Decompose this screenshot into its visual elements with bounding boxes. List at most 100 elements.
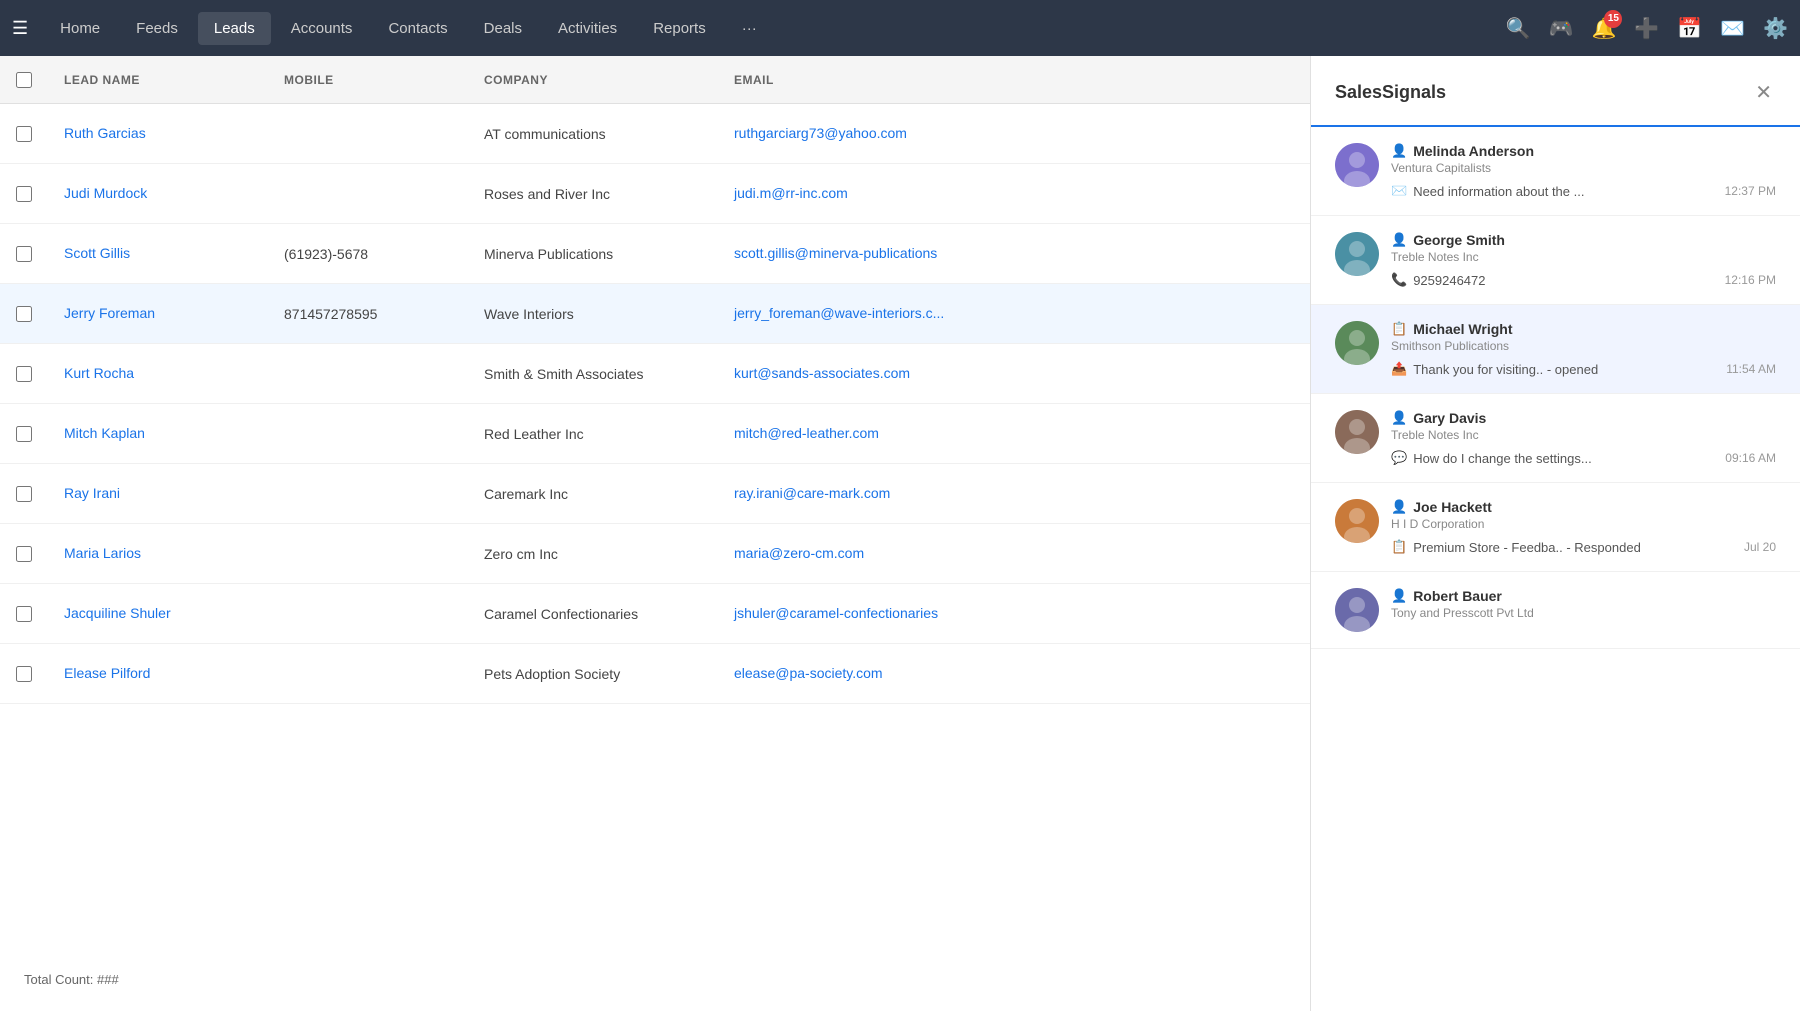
lead-company: Smith & Smith Associates — [484, 366, 734, 382]
row-checkbox[interactable] — [16, 546, 32, 562]
lead-name-link[interactable]: Ruth Garcias — [64, 125, 146, 141]
user-icon: 👤 — [1391, 143, 1407, 159]
lead-name-link[interactable]: Mitch Kaplan — [64, 425, 145, 441]
signal-contact-name: Gary Davis — [1413, 410, 1486, 426]
gamepad-icon[interactable]: 🎮 — [1549, 16, 1574, 41]
lead-email-link[interactable]: ray.irani@care-mark.com — [734, 485, 890, 501]
table-row: Jerry Foreman 871457278595 Wave Interior… — [0, 284, 1310, 344]
lead-email-link[interactable]: jshuler@caramel-confectionaries — [734, 605, 938, 621]
lead-name-link[interactable]: Kurt Rocha — [64, 365, 134, 381]
lead-email-link[interactable]: ruthgarciarg73@yahoo.com — [734, 125, 907, 141]
signal-item-michael[interactable]: 📋 Michael Wright Smithson Publications 📤… — [1311, 305, 1800, 394]
calendar-icon[interactable]: 📅 — [1677, 16, 1702, 41]
lead-name-link[interactable]: Ray Irani — [64, 485, 120, 501]
lead-name-link[interactable]: Jacquiline Shuler — [64, 605, 171, 621]
panel-close-button[interactable]: ✕ — [1751, 76, 1776, 109]
nav-item-feeds[interactable]: Feeds — [120, 12, 194, 45]
lead-name-link[interactable]: Jerry Foreman — [64, 305, 155, 321]
table-row: Ruth Garcias AT communications ruthgarci… — [0, 104, 1310, 164]
lead-company: Wave Interiors — [484, 306, 734, 322]
lead-company: Roses and River Inc — [484, 186, 734, 202]
table-row: Maria Larios Zero cm Inc maria@zero-cm.c… — [0, 524, 1310, 584]
signal-message-text: 9259246472 — [1413, 273, 1485, 288]
avatar — [1335, 499, 1379, 543]
nav-item-more[interactable]: ··· — [726, 12, 773, 45]
col-header-mobile: MOBILE — [284, 73, 484, 87]
signal-message-text: Premium Store - Feedba.. - Responded — [1413, 540, 1641, 555]
signal-company: H I D Corporation — [1391, 517, 1776, 531]
lead-email-link[interactable]: maria@zero-cm.com — [734, 545, 864, 561]
signal-company: Tony and Presscott Pvt Ltd — [1391, 606, 1776, 620]
header-check — [16, 72, 64, 88]
signal-time: 12:37 PM — [1725, 184, 1776, 198]
panel-header: SalesSignals ✕ — [1311, 56, 1800, 127]
lead-email-link[interactable]: elease@pa-society.com — [734, 665, 883, 681]
signal-item-gary[interactable]: 👤 Gary Davis Treble Notes Inc 💬 How do I… — [1311, 394, 1800, 483]
signal-time: Jul 20 — [1744, 540, 1776, 554]
notification-badge: 15 — [1604, 10, 1622, 28]
email-open-icon: 📤 — [1391, 361, 1407, 377]
email-icon[interactable]: ✉️ — [1720, 16, 1745, 41]
signal-contact-name: Joe Hackett — [1413, 499, 1492, 515]
signal-message-text: Need information about the ... — [1413, 184, 1584, 199]
lead-company: Pets Adoption Society — [484, 666, 734, 682]
signal-item-melinda[interactable]: 👤 Melinda Anderson Ventura Capitalists ✉… — [1311, 127, 1800, 216]
row-checkbox[interactable] — [16, 126, 32, 142]
col-header-company: COMPANY — [484, 73, 734, 87]
nav-right-icons: 🔍 🎮 🔔 15 ➕ 📅 ✉️ ⚙️ — [1506, 16, 1788, 41]
nav-item-home[interactable]: Home — [44, 12, 116, 45]
signal-contact-name: Robert Bauer — [1413, 588, 1502, 604]
row-checkbox[interactable] — [16, 666, 32, 682]
signal-item-george[interactable]: 👤 George Smith Treble Notes Inc 📞 925924… — [1311, 216, 1800, 305]
avatar — [1335, 143, 1379, 187]
col-header-email: EMAIL — [734, 73, 1054, 87]
lead-email-link[interactable]: scott.gillis@minerva-publications — [734, 245, 937, 261]
lead-name-link[interactable]: Judi Murdock — [64, 185, 147, 201]
main-area: LEAD NAME MOBILE COMPANY EMAIL Ruth Garc… — [0, 56, 1800, 1011]
add-icon[interactable]: ➕ — [1634, 16, 1659, 41]
lead-email-link[interactable]: kurt@sands-associates.com — [734, 365, 910, 381]
nav-item-activities[interactable]: Activities — [542, 12, 633, 45]
row-checkbox[interactable] — [16, 246, 32, 262]
signal-message-text: Thank you for visiting.. - opened — [1413, 362, 1598, 377]
leads-table-area: LEAD NAME MOBILE COMPANY EMAIL Ruth Garc… — [0, 56, 1310, 1011]
row-checkbox[interactable] — [16, 186, 32, 202]
table-row: Ray Irani Caremark Inc ray.irani@care-ma… — [0, 464, 1310, 524]
lead-email-link[interactable]: mitch@red-leather.com — [734, 425, 879, 441]
signal-item-robert[interactable]: 👤 Robert Bauer Tony and Presscott Pvt Lt… — [1311, 572, 1800, 649]
nav-item-leads[interactable]: Leads — [198, 12, 271, 45]
signal-item-joe[interactable]: 👤 Joe Hackett H I D Corporation 📋 Premiu… — [1311, 483, 1800, 572]
row-checkbox[interactable] — [16, 426, 32, 442]
panel-signals-list: 👤 Melinda Anderson Ventura Capitalists ✉… — [1311, 127, 1800, 1011]
signal-time: 09:16 AM — [1725, 451, 1776, 465]
select-all-checkbox[interactable] — [16, 72, 32, 88]
user-icon: 👤 — [1391, 588, 1407, 604]
lead-name-link[interactable]: Maria Larios — [64, 545, 141, 561]
signal-company: Treble Notes Inc — [1391, 428, 1776, 442]
row-checkbox[interactable] — [16, 306, 32, 322]
row-checkbox[interactable] — [16, 366, 32, 382]
lead-name-link[interactable]: Elease Pilford — [64, 665, 150, 681]
row-checkbox[interactable] — [16, 486, 32, 502]
nav-item-contacts[interactable]: Contacts — [372, 12, 463, 45]
lead-email-link[interactable]: jerry_foreman@wave-interiors.c... — [734, 305, 944, 321]
table-row: Scott Gillis (61923)-5678 Minerva Public… — [0, 224, 1310, 284]
total-count-label: Total Count: ### — [24, 972, 119, 987]
notifications-icon[interactable]: 🔔 15 — [1591, 16, 1616, 41]
lead-email-link[interactable]: judi.m@rr-inc.com — [734, 185, 848, 201]
lead-name-link[interactable]: Scott Gillis — [64, 245, 130, 261]
hamburger-menu-icon[interactable]: ☰ — [12, 18, 28, 39]
signal-contact-name: George Smith — [1413, 232, 1505, 248]
lead-mobile: (61923)-5678 — [284, 246, 484, 262]
nav-item-deals[interactable]: Deals — [468, 12, 538, 45]
table-row: Elease Pilford Pets Adoption Society ele… — [0, 644, 1310, 704]
nav-item-accounts[interactable]: Accounts — [275, 12, 369, 45]
search-icon[interactable]: 🔍 — [1506, 16, 1531, 41]
signal-contact-name: Melinda Anderson — [1413, 143, 1534, 159]
row-checkbox[interactable] — [16, 606, 32, 622]
settings-icon[interactable]: ⚙️ — [1763, 16, 1788, 41]
avatar — [1335, 588, 1379, 632]
nav-item-reports[interactable]: Reports — [637, 12, 722, 45]
user-icon: 📋 — [1391, 321, 1407, 337]
signal-message-text: How do I change the settings... — [1413, 451, 1592, 466]
